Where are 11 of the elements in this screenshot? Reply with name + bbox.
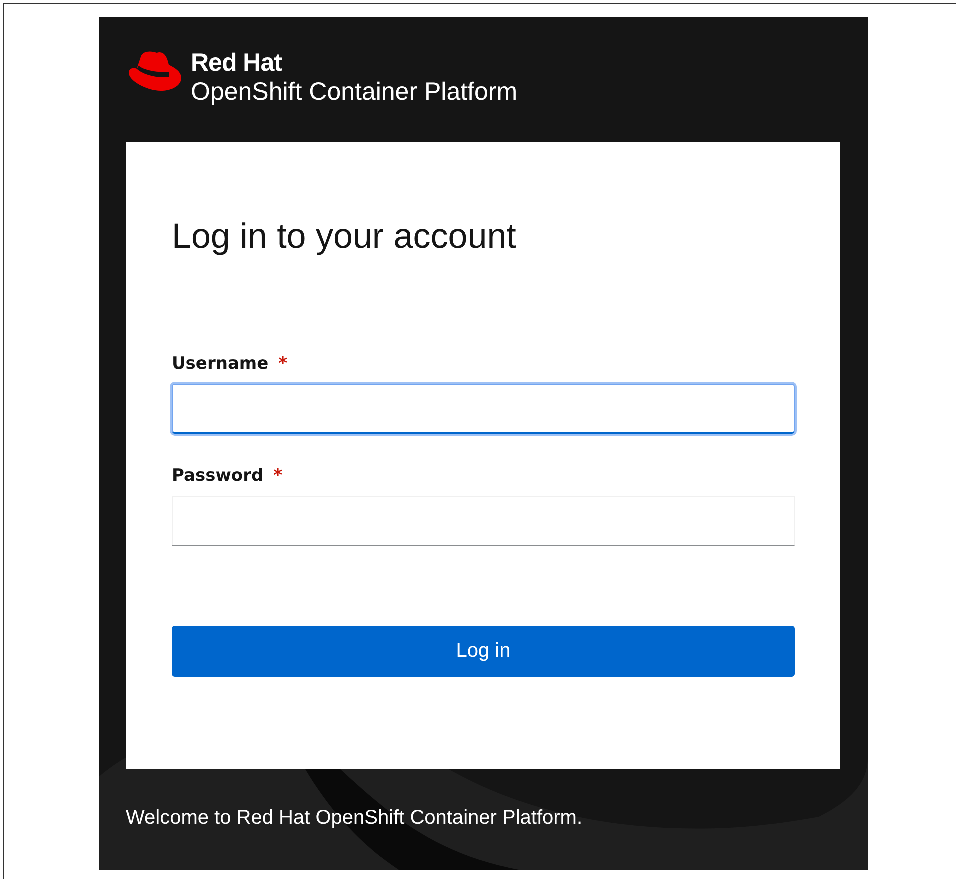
field-label: Password xyxy=(172,466,264,486)
field-label: Username xyxy=(172,354,269,374)
brand-name: Red Hat xyxy=(191,49,284,77)
hat-icon xyxy=(127,51,183,93)
welcome-text: Welcome to Red Hat OpenShift Container Platform. xyxy=(126,807,584,830)
required-mark: * xyxy=(278,354,288,374)
required-mark: * xyxy=(274,466,283,486)
product-name: OpenShift Container Platform xyxy=(191,77,518,107)
input-field[interactable] xyxy=(172,384,795,434)
login-button[interactable]: Log in xyxy=(172,626,795,677)
login-title: Log in to your account xyxy=(172,216,518,258)
